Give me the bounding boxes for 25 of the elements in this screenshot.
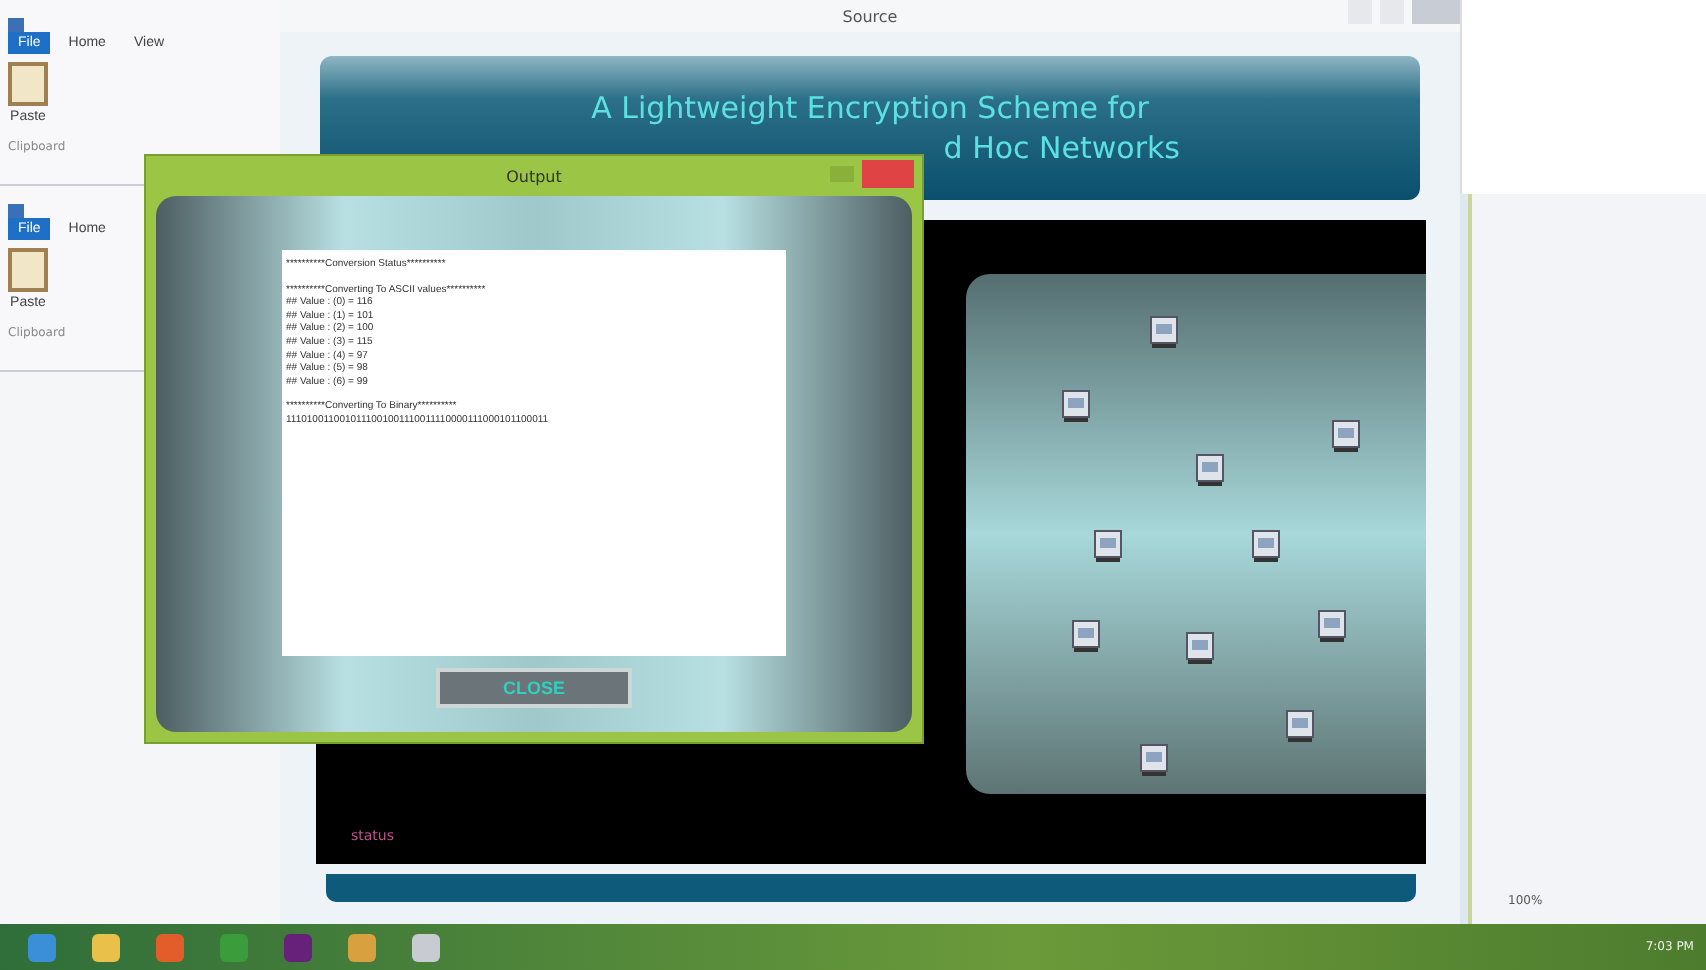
computer-icon[interactable] <box>1149 316 1177 348</box>
app-icon[interactable] <box>92 933 120 961</box>
banner-title: d Hoc Networks <box>943 130 1180 166</box>
banner-title: A Lightweight Encryption Scheme for <box>591 90 1149 126</box>
clipboard-icon <box>8 62 48 106</box>
computer-icon[interactable] <box>1317 610 1345 642</box>
computer-icon[interactable] <box>1071 620 1099 652</box>
computer-icon[interactable] <box>1285 710 1313 742</box>
clipboard-icon <box>8 248 48 292</box>
computer-icon[interactable] <box>1195 454 1223 486</box>
app-icon[interactable] <box>220 933 248 961</box>
computer-icon[interactable] <box>1139 744 1167 776</box>
app-icon[interactable] <box>28 933 56 961</box>
app-icon[interactable] <box>348 933 376 961</box>
output-text-area[interactable] <box>282 250 786 656</box>
computer-icon[interactable] <box>1093 530 1121 562</box>
app-icon[interactable] <box>412 933 440 961</box>
app-icon[interactable] <box>156 933 184 961</box>
computer-icon[interactable] <box>1061 390 1089 422</box>
computer-icon[interactable] <box>1331 420 1359 452</box>
computer-icon[interactable] <box>1185 632 1213 664</box>
window-title: Source <box>842 7 898 25</box>
dialog-title: Output <box>506 167 562 185</box>
app-icon[interactable] <box>284 933 312 961</box>
computer-icon[interactable] <box>1251 530 1279 562</box>
